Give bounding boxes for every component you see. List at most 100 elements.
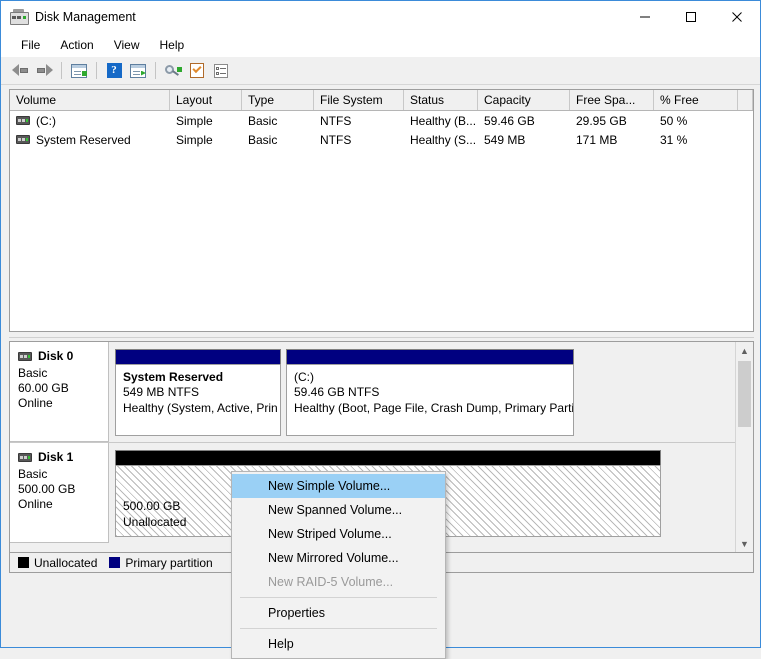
disk-management-icon — [10, 8, 29, 25]
column-header-layout[interactable]: Layout — [170, 90, 242, 110]
cell-type: Basic — [248, 132, 278, 147]
maximize-button[interactable] — [668, 1, 714, 32]
cell-type: Basic — [248, 113, 278, 128]
cell-status: Healthy (B... — [410, 113, 477, 128]
menu-help[interactable]: Help — [150, 35, 195, 55]
cell-capacity: 549 MB — [484, 132, 526, 147]
column-header-capacity[interactable]: Capacity — [478, 90, 570, 110]
cell-file-system: NTFS — [320, 132, 352, 147]
disk-title-0: Disk 0 — [18, 349, 108, 363]
context-menu-item-new-raid5-volume: New RAID-5 Volume... — [268, 575, 394, 589]
cell-capacity: 59.46 GB — [484, 113, 535, 128]
partition-status: Healthy (Boot, Page File, Crash Dump, Pr… — [294, 401, 574, 415]
disk-title-1: Disk 1 — [18, 450, 108, 464]
disk-kind-1: Basic — [18, 467, 48, 481]
column-header-blank[interactable] — [738, 90, 753, 110]
drive-icon — [18, 351, 32, 361]
table-row[interactable]: System Reserved Simple Basic NTFS Health… — [10, 130, 753, 149]
context-menu-item-help[interactable]: Help — [232, 632, 445, 656]
forward-button[interactable] — [32, 60, 56, 82]
scrollbar-thumb[interactable] — [738, 361, 751, 427]
partition-status: Healthy (System, Active, Prin — [123, 401, 278, 415]
disk-kind-0: Basic — [18, 366, 48, 380]
menu-view[interactable]: View — [104, 35, 150, 55]
cell-percent-free: 50 % — [660, 113, 688, 128]
show-hide-console-tree-icon — [71, 63, 87, 78]
menu-bar: File Action View Help — [1, 32, 760, 57]
cell-percent-free: 31 % — [660, 132, 688, 147]
help-icon: ? — [106, 63, 122, 78]
column-header-type[interactable]: Type — [242, 90, 314, 110]
legend-swatch-unallocated — [18, 557, 29, 568]
partition-details: System Reserved 549 MB NTFS Healthy (Sys… — [115, 364, 281, 436]
drive-icon — [16, 116, 30, 125]
context-menu-item-properties[interactable]: Properties — [232, 601, 445, 625]
close-button[interactable] — [714, 1, 760, 32]
window-controls — [622, 1, 760, 32]
legend-label-unallocated: Unallocated — [34, 555, 98, 570]
context-menu-separator-2 — [240, 628, 437, 629]
column-header-percent-free[interactable]: % Free — [654, 90, 738, 110]
menu-action[interactable]: Action — [50, 35, 103, 55]
partition-label: (C:) — [294, 370, 314, 384]
cell-volume: System Reserved — [10, 133, 170, 147]
list-view-button[interactable] — [209, 60, 233, 82]
column-header-status[interactable]: Status — [404, 90, 478, 110]
cell-volume: (C:) — [10, 114, 170, 128]
context-menu-separator-1 — [240, 597, 437, 598]
magnifier-plug-icon — [164, 64, 182, 78]
rescan-disks-button[interactable] — [161, 60, 185, 82]
volume-list-header: Volume Layout Type File System Status Ca… — [10, 90, 753, 111]
partition-system-reserved[interactable]: System Reserved 549 MB NTFS Healthy (Sys… — [115, 349, 281, 436]
help-button[interactable]: ? — [102, 60, 126, 82]
scroll-down-arrow-icon[interactable]: ▼ — [736, 535, 753, 552]
table-row[interactable]: (C:) Simple Basic NTFS Healthy (B... 59.… — [10, 111, 753, 130]
toolbar-separator-2 — [96, 62, 97, 79]
drive-icon — [16, 135, 30, 144]
minimize-button[interactable] — [622, 1, 668, 32]
scroll-up-arrow-icon[interactable]: ▲ — [736, 342, 753, 359]
partition-color-bar — [115, 349, 281, 364]
disk-info-1: Disk 1 Basic 500.00 GB Online — [10, 443, 109, 543]
cell-free-space: 171 MB — [576, 132, 618, 147]
disk-size-0: 60.00 GB — [18, 381, 69, 395]
cell-layout: Simple — [176, 113, 213, 128]
drive-icon — [18, 452, 32, 462]
partition-color-bar — [286, 349, 574, 364]
cell-volume-label: System Reserved — [36, 132, 131, 147]
disk-management-window: Disk Management File Action View Help ? … — [0, 0, 761, 659]
disk-name-0: Disk 0 — [38, 349, 74, 363]
forward-icon — [36, 64, 53, 77]
context-menu-item-new-striped-volume[interactable]: New Striped Volume... — [232, 522, 445, 546]
properties-button[interactable] — [185, 60, 209, 82]
partition-details: (C:) 59.46 GB NTFS Healthy (Boot, Page F… — [286, 364, 574, 436]
list-icon — [214, 63, 228, 78]
title-bar: Disk Management — [1, 1, 760, 32]
partition-label: System Reserved — [123, 370, 224, 384]
legend-label-primary-partition: Primary partition — [125, 555, 213, 570]
column-header-volume[interactable]: Volume — [10, 90, 170, 110]
disk-row-0[interactable]: Disk 0 Basic 60.00 GB Online System Rese… — [10, 342, 753, 442]
legend-swatch-primary-partition — [109, 557, 121, 568]
menu-file[interactable]: File — [11, 35, 50, 55]
toolbar-separator-3 — [155, 62, 156, 79]
context-menu-item-new-spanned-volume[interactable]: New Spanned Volume... — [232, 498, 445, 522]
column-header-free-space[interactable]: Free Spa... — [570, 90, 654, 110]
context-menu-item-new-simple-volume[interactable]: New Simple Volume... — [232, 474, 445, 498]
show-action-pane-button[interactable] — [126, 60, 150, 82]
partition-size: 59.46 GB NTFS — [294, 385, 380, 399]
graphic-view-scrollbar[interactable]: ▲ ▼ — [735, 342, 753, 552]
pane-splitter[interactable] — [9, 334, 754, 341]
partition-color-bar — [115, 450, 661, 465]
context-menu-item-new-mirrored-volume[interactable]: New Mirrored Volume... — [232, 546, 445, 570]
disk-name-1: Disk 1 — [38, 450, 74, 464]
cell-free-space: 29.95 GB — [576, 113, 627, 128]
show-hide-console-tree-button[interactable] — [67, 60, 91, 82]
disk-state-1: Online — [18, 497, 53, 511]
toolbar: ? — [1, 57, 760, 85]
disk-partitions-0: System Reserved 549 MB NTFS Healthy (Sys… — [109, 342, 753, 442]
partition-c[interactable]: (C:) 59.46 GB NTFS Healthy (Boot, Page F… — [286, 349, 574, 436]
disk-info-0: Disk 0 Basic 60.00 GB Online — [10, 342, 109, 442]
back-button[interactable] — [8, 60, 32, 82]
column-header-file-system[interactable]: File System — [314, 90, 404, 110]
